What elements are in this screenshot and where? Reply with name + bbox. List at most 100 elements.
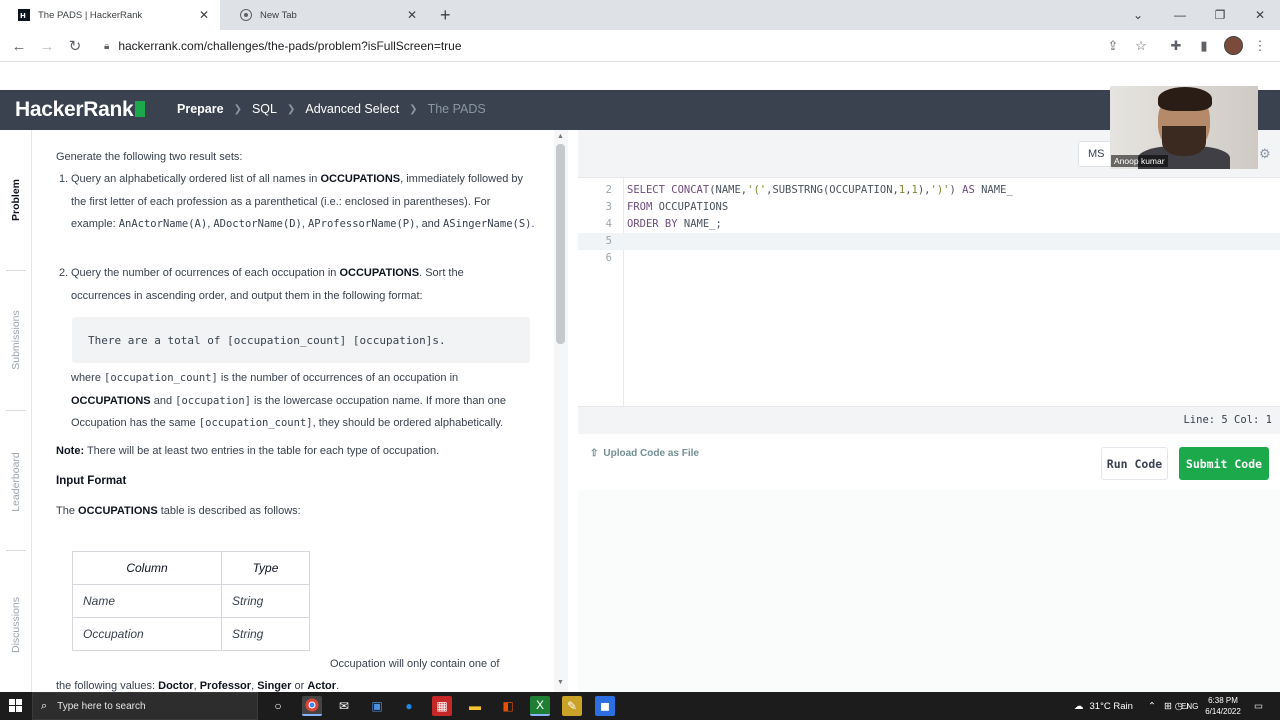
side-panel-icon[interactable]: ▮ (1196, 38, 1212, 54)
table-header: Column (72, 551, 222, 585)
tab-title: New Tab (260, 9, 297, 21)
excel-icon[interactable]: X (530, 696, 550, 716)
hackerrank-favicon-icon: H (18, 9, 30, 21)
table-description: The OCCUPATIONS table is described as fo… (56, 505, 301, 517)
edge-icon[interactable]: ● (399, 696, 419, 716)
cursor-position: Line: 5 Col: 1 (1183, 414, 1272, 426)
editor-status-bar: Line: 5 Col: 1 (578, 406, 1280, 434)
extensions-puzzle-icon[interactable]: ✚ (1168, 38, 1184, 54)
gear-icon[interactable]: ⚙ (1259, 146, 1271, 162)
new-tab-plus-icon[interactable]: + (440, 5, 451, 26)
hackerrank-logo[interactable]: HackerRank (15, 98, 146, 122)
upload-code-button[interactable]: ⇧ Upload Code as File (590, 448, 699, 459)
webcam-name-label: Anoop kumar (1111, 155, 1168, 167)
tab-submissions[interactable]: Submissions (0, 300, 32, 380)
input-format-heading: Input Format (56, 475, 127, 487)
close-tab-icon[interactable]: ✕ (196, 8, 212, 22)
list-number: 2. (59, 267, 69, 279)
tab-leaderboard[interactable]: Leaderboard (0, 442, 32, 522)
note-paragraph: Note: There will be at least two entries… (56, 445, 440, 457)
notes-icon[interactable]: ✎ (562, 696, 582, 716)
svg-text:H: H (20, 12, 26, 20)
zoom-icon[interactable]: ◼ (595, 696, 615, 716)
taskbar-search-box[interactable]: ⌕ Type here to search (32, 692, 258, 720)
url-field[interactable]: 🔒︎ hackerrank.com/challenges/the-pads/pr… (104, 36, 462, 56)
tab-discussions[interactable]: Discussions (0, 585, 32, 665)
back-arrow-icon[interactable]: ← (9, 36, 29, 56)
close-window-icon[interactable]: ✕ (1240, 0, 1280, 30)
tray-chevron-icon[interactable]: ⌃ (1148, 692, 1156, 720)
browser-tab-active[interactable]: H The PADS | HackerRank ✕ (0, 0, 220, 30)
scroll-up-icon[interactable]: ▲ (557, 133, 564, 140)
tab-problem[interactable]: Problem (0, 160, 32, 240)
mail-icon[interactable]: ✉ (334, 696, 354, 716)
search-icon: ⌕ (41, 699, 48, 712)
url-text: hackerrank.com/challenges/the-pads/probl… (118, 39, 462, 53)
hackerrank-header: HackerRank Prepare ❯ SQL ❯ Advanced Sele… (0, 90, 1280, 130)
cortana-icon[interactable]: ○ (268, 696, 288, 716)
close-tab-icon[interactable]: ✕ (404, 8, 420, 22)
table-cell: String (220, 617, 311, 651)
reload-icon[interactable]: ↻ (65, 36, 85, 56)
chrome-icon (240, 9, 252, 21)
office-icon[interactable]: ◧ (498, 696, 518, 716)
breadcrumb-advanced-select[interactable]: Advanced Select (305, 102, 399, 116)
share-icon[interactable]: ⇪ (1105, 38, 1121, 54)
breadcrumb-the-pads: The PADS (427, 102, 486, 116)
scrollbar-thumb[interactable] (556, 144, 565, 344)
table-row: Name String (72, 584, 311, 618)
output-area (578, 490, 1280, 692)
store-icon[interactable]: ▣ (367, 696, 387, 716)
problem-statement: Generate the following two result sets: … (32, 130, 554, 692)
code-line: 3 FROM OCCUPATIONS (605, 201, 729, 213)
chrome-taskbar-icon[interactable] (302, 696, 322, 716)
scroll-down-icon[interactable]: ▼ (557, 679, 564, 686)
tab-divider (6, 550, 26, 551)
table-header-row: Column Type (72, 551, 311, 585)
bookmark-star-icon[interactable]: ☆ (1133, 38, 1149, 54)
values-text-a: Occupation will only contain one of (330, 658, 500, 670)
forward-arrow-icon[interactable]: → (37, 36, 57, 56)
table-cell: Name (72, 584, 222, 618)
values-text-b: the following values: Doctor, Professor,… (56, 680, 340, 692)
submit-code-button[interactable]: Submit Code (1179, 447, 1269, 480)
weather-widget[interactable]: ☁ 31°C Rain (1074, 692, 1133, 720)
windows-taskbar: ⌕ Type here to search ○ ✉ ▣ ● ▦ ▬ ◧ X ✎ … (0, 692, 1280, 720)
occupations-table: Column Type Name String Occupation Strin… (72, 551, 311, 651)
intro-text: Generate the following two result sets: (56, 151, 243, 163)
code-editor[interactable]: 2 SELECT CONCAT(NAME,'(',SUBSTRNG(OCCUPA… (578, 178, 1280, 406)
tab-divider (6, 410, 26, 411)
table-cell: Occupation (72, 617, 222, 651)
table-cell: String (220, 584, 311, 618)
chrome-menu-icon[interactable]: ⋮ (1252, 38, 1268, 54)
profile-avatar[interactable] (1224, 36, 1243, 55)
taskbar-clock[interactable]: 6:38 PM 6/14/2022 (1200, 695, 1246, 717)
code-line: 4 ORDER BY NAME_; (605, 218, 722, 230)
minimize-icon[interactable]: — (1160, 0, 1200, 30)
maximize-icon[interactable]: ❐ (1200, 0, 1240, 30)
breadcrumb-separator-icon: ❯ (233, 103, 242, 115)
address-bar-row: ← → ↻ 🔒︎ hackerrank.com/challenges/the-p… (0, 30, 1280, 62)
problem-scrollbar[interactable]: ▲ ▼ (554, 130, 568, 692)
lock-icon: 🔒︎ (104, 40, 110, 52)
tab-divider (6, 270, 26, 271)
where-paragraph: where [occupation_count] is the number o… (71, 372, 506, 429)
breadcrumb-prepare[interactable]: Prepare (177, 102, 224, 116)
browser-tab-newtab[interactable]: New Tab ✕ (222, 0, 428, 30)
code-line: 2 SELECT CONCAT(NAME,'(',SUBSTRNG(OCCUPA… (605, 184, 1013, 196)
pane-splitter[interactable] (568, 130, 578, 692)
webcam-overlay: Anoop kumar (1110, 86, 1258, 169)
side-tabs: Problem Submissions Leaderboard Discussi… (0, 130, 32, 692)
table-row: Occupation String (72, 617, 311, 651)
language-indicator[interactable]: ENG (1181, 692, 1198, 720)
breadcrumb-separator-icon: ❯ (286, 103, 296, 115)
app-icon[interactable]: ▦ (432, 696, 452, 716)
tab-search-chevron-icon[interactable]: ⌄ (1118, 0, 1158, 30)
windows-start-icon[interactable] (9, 699, 22, 712)
breadcrumb: Prepare ❯ SQL ❯ Advanced Select ❯ The PA… (177, 102, 486, 116)
breadcrumb-sql[interactable]: SQL (252, 102, 277, 116)
run-code-button[interactable]: Run Code (1101, 447, 1168, 480)
notification-icon[interactable]: ▭ (1254, 692, 1263, 720)
table-header: Type (220, 551, 311, 585)
file-explorer-icon[interactable]: ▬ (465, 696, 485, 716)
